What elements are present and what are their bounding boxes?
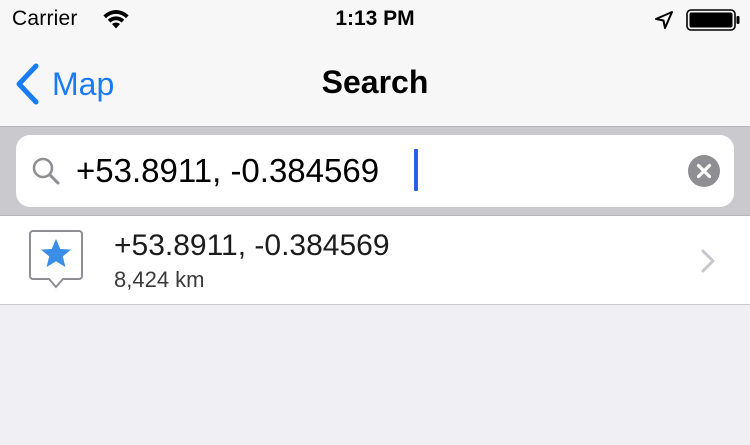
search-input[interactable] xyxy=(76,143,676,199)
location-arrow-icon xyxy=(655,11,673,29)
star-pin-icon xyxy=(29,230,83,289)
status-time: 1:13 PM xyxy=(335,7,415,30)
empty-list-area xyxy=(0,305,750,445)
status-bar: Carrier 1:13 PM xyxy=(0,0,750,40)
text-caret xyxy=(414,149,418,191)
result-title: +53.8911, -0.384569 xyxy=(114,229,390,262)
list-item[interactable]: +53.8911, -0.384569 8,424 km xyxy=(0,216,750,305)
search-icon xyxy=(32,157,60,185)
navigation-bar: Map Search xyxy=(0,40,750,127)
chevron-right-icon xyxy=(701,249,715,273)
page-title: Search xyxy=(321,64,429,100)
result-distance: 8,424 km xyxy=(114,267,205,292)
search-bar xyxy=(0,127,750,216)
battery-icon xyxy=(686,9,740,31)
clear-icon[interactable] xyxy=(688,155,720,187)
search-field[interactable] xyxy=(16,135,734,207)
